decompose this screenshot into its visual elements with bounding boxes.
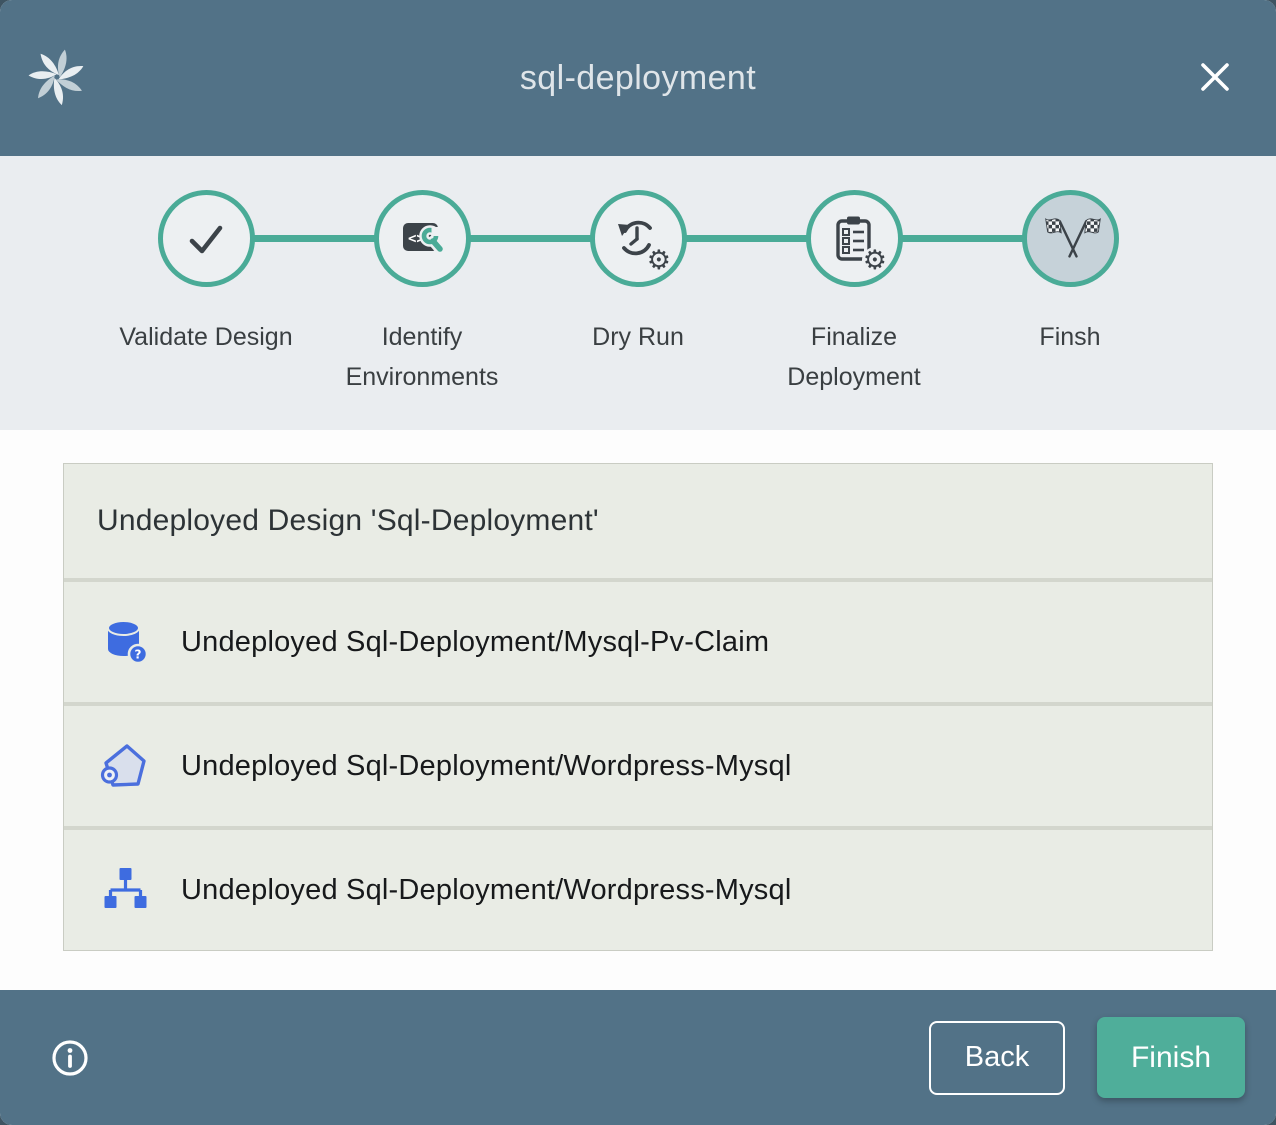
list-item: Undeployed Sql-Deployment/Wordpress-Mysq… [64, 702, 1212, 826]
step-finish-circle[interactable] [1022, 190, 1119, 287]
modal-title: sql-deployment [520, 59, 756, 98]
step-dry-run: ⚙ Dry Run [530, 190, 746, 397]
hierarchy-icon [100, 865, 150, 915]
list-item: ? Undeployed Sql-Deployment/Mysql-Pv-Cla… [64, 578, 1212, 702]
step-label: Finalize Deployment [759, 318, 949, 397]
step-identify-environments-circle[interactable]: <> [374, 190, 471, 287]
stepper: Validate Design <> [0, 156, 1276, 430]
step-label: Finsh [1039, 318, 1100, 358]
modal-footer: Back Finish [0, 990, 1276, 1125]
step-finalize-deployment: ⚙ Finalize Deployment [746, 190, 962, 397]
pentagon-badge-icon [100, 741, 150, 791]
panel-header-text: Undeployed Design 'Sql-Deployment' [64, 464, 1212, 578]
meshery-logo-icon [26, 46, 88, 108]
list-item-text: Undeployed Sql-Deployment/Mysql-Pv-Claim [181, 626, 769, 659]
deployment-wizard-modal: sql-deployment [0, 0, 1276, 1125]
info-icon [50, 1066, 90, 1081]
step-label: Validate Design [119, 318, 292, 358]
close-button[interactable] [1192, 54, 1238, 100]
code-window-wrench-icon: <> [397, 214, 447, 264]
info-button[interactable] [50, 1038, 90, 1078]
finish-button[interactable]: Finish [1097, 1017, 1245, 1098]
checkered-flags-icon [1045, 214, 1095, 264]
close-icon [1192, 88, 1238, 103]
wizard-body: Undeployed Design 'Sql-Deployment' ? Und… [0, 430, 1276, 990]
svg-text:?: ? [135, 648, 142, 662]
database-question-icon: ? [100, 617, 150, 667]
step-validate-design-circle[interactable] [158, 190, 255, 287]
list-item: Undeployed Sql-Deployment/Wordpress-Mysq… [64, 826, 1212, 950]
step-label: Dry Run [592, 318, 684, 358]
step-validate-design: Validate Design [98, 190, 314, 397]
step-dry-run-circle[interactable]: ⚙ [590, 190, 687, 287]
check-icon [181, 214, 231, 264]
list-item-text: Undeployed Sql-Deployment/Wordpress-Mysq… [181, 874, 791, 907]
gear-icon: ⚙ [862, 247, 888, 274]
back-button[interactable]: Back [929, 1021, 1065, 1095]
list-item-text: Undeployed Sql-Deployment/Wordpress-Mysq… [181, 750, 791, 783]
modal-header: sql-deployment [0, 0, 1276, 156]
redeploy-icon: ⚙ [613, 214, 663, 264]
clipboard-checklist-icon: ⚙ [829, 214, 879, 264]
step-label: Identify Environments [327, 318, 517, 397]
step-finalize-deployment-circle[interactable]: ⚙ [806, 190, 903, 287]
undeployed-summary-panel: Undeployed Design 'Sql-Deployment' ? Und… [63, 463, 1213, 951]
step-identify-environments: <> Identify Environments [314, 190, 530, 397]
step-finish: Finsh [962, 190, 1178, 397]
gear-icon: ⚙ [646, 247, 672, 274]
